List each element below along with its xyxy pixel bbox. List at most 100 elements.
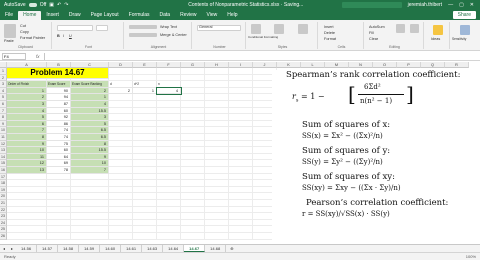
grid-cell[interactable] — [157, 101, 181, 108]
grid-cell[interactable] — [181, 134, 205, 141]
grid-cell[interactable] — [229, 160, 253, 167]
grid-cell[interactable] — [47, 233, 71, 240]
grid-cell[interactable] — [7, 173, 47, 181]
grid-cell[interactable] — [229, 206, 253, 214]
grid-cell[interactable] — [205, 206, 229, 214]
grid-cell[interactable] — [181, 87, 205, 95]
grid-cell[interactable] — [7, 219, 47, 227]
sheet-tab[interactable]: 14.68 — [205, 245, 227, 252]
underline-icon[interactable]: U — [69, 34, 72, 38]
grid-cell[interactable] — [71, 173, 109, 181]
tab-review[interactable]: Review — [175, 11, 201, 20]
grid-cell[interactable] — [133, 180, 157, 187]
row-header[interactable]: 23 — [0, 213, 7, 220]
grid-cell[interactable] — [7, 213, 47, 220]
row-header[interactable]: 20 — [0, 193, 7, 200]
grid-cell[interactable] — [133, 114, 157, 121]
grid-cell[interactable] — [205, 173, 229, 181]
grid-cell[interactable] — [205, 107, 229, 115]
row-header[interactable]: 11 — [0, 134, 7, 141]
grid-cell[interactable] — [133, 186, 157, 194]
order-cell[interactable]: 8 — [7, 134, 47, 141]
grid-cell[interactable] — [205, 186, 229, 194]
grid-cell[interactable] — [181, 114, 205, 121]
order-cell[interactable]: 7 — [7, 127, 47, 134]
score-cell[interactable]: 92 — [47, 114, 71, 121]
grid-cell[interactable] — [109, 147, 133, 154]
grid-cell[interactable] — [181, 120, 205, 128]
formula-input[interactable] — [43, 52, 480, 60]
grid-cell[interactable] — [109, 233, 133, 240]
row-header[interactable]: 7 — [0, 107, 7, 115]
order-cell[interactable]: 11 — [7, 153, 47, 161]
grid-cell[interactable] — [133, 213, 157, 220]
column-header[interactable]: M — [325, 62, 349, 68]
grid-cell[interactable] — [181, 219, 205, 227]
grid-cell[interactable] — [133, 173, 157, 181]
grid-cell[interactable] — [7, 206, 47, 214]
row-header[interactable]: 12 — [0, 140, 7, 148]
grid-cell[interactable] — [133, 147, 157, 154]
grid-cell[interactable] — [205, 127, 229, 134]
grid-cell[interactable] — [133, 153, 157, 161]
grid-cell[interactable] — [71, 233, 109, 240]
wrap-text-button[interactable]: Wrap Text — [160, 25, 177, 29]
grid-cell[interactable] — [133, 219, 157, 227]
column-header[interactable]: G — [181, 62, 205, 68]
grid-cell[interactable] — [157, 140, 181, 148]
grid-cell[interactable] — [229, 81, 253, 88]
score-cell[interactable]: 60 — [47, 147, 71, 154]
order-cell[interactable]: 13 — [7, 167, 47, 174]
row-header[interactable]: 8 — [0, 114, 7, 121]
grid-cell[interactable] — [157, 120, 181, 128]
header-cell[interactable]: n — [157, 81, 181, 88]
grid-cell[interactable] — [109, 186, 133, 194]
sheet-tab[interactable]: 14.57 — [37, 245, 59, 252]
score-cell[interactable]: 75 — [47, 140, 71, 148]
share-button[interactable]: Share — [452, 11, 476, 19]
grid-cell[interactable] — [133, 167, 157, 174]
grid-cell[interactable] — [109, 167, 133, 174]
grid-cell[interactable] — [205, 193, 229, 200]
grid-cell[interactable] — [47, 180, 71, 187]
grid-cell[interactable] — [71, 226, 109, 233]
row-header[interactable]: 5 — [0, 94, 7, 101]
grid-cell[interactable] — [157, 180, 181, 187]
paste-icon[interactable] — [4, 24, 16, 38]
minimize-icon[interactable]: — — [448, 2, 453, 8]
grid-cell[interactable] — [205, 200, 229, 207]
problem-title[interactable]: Problem 14.67 — [7, 68, 109, 79]
row-header[interactable]: 3 — [0, 81, 7, 88]
sensitivity-icon[interactable] — [460, 25, 470, 35]
grid-cell[interactable] — [205, 219, 229, 227]
grid-cell[interactable] — [157, 94, 181, 101]
column-header[interactable]: E — [133, 62, 157, 68]
grid-cell[interactable] — [181, 186, 205, 194]
grid-cell[interactable] — [47, 193, 71, 200]
tab-home[interactable]: Home — [18, 11, 42, 20]
row-header[interactable]: 22 — [0, 206, 7, 214]
grid-cell[interactable] — [109, 160, 133, 167]
row-header[interactable]: 17 — [0, 173, 7, 181]
grid-cell[interactable] — [133, 68, 157, 75]
grid-cell[interactable] — [7, 226, 47, 233]
row-header[interactable]: 16 — [0, 167, 7, 174]
tab-file[interactable]: File — [0, 11, 18, 20]
grid-cell[interactable] — [181, 140, 205, 148]
row-header[interactable]: 2 — [0, 74, 7, 82]
grid-cell[interactable] — [109, 206, 133, 214]
score-cell[interactable]: 86 — [47, 120, 71, 128]
rank-cell[interactable]: 15.5 — [71, 147, 109, 154]
score-cell[interactable]: 69 — [47, 160, 71, 167]
grid-cell[interactable] — [181, 160, 205, 167]
score-cell[interactable]: 87 — [47, 101, 71, 108]
restore-icon[interactable]: ▢ — [459, 2, 464, 8]
grid-cell[interactable] — [157, 213, 181, 220]
undo-icon[interactable]: ↶ — [57, 2, 61, 8]
find-select-icon[interactable] — [410, 24, 419, 33]
merge-center-button[interactable]: Merge & Center — [160, 33, 187, 37]
order-cell[interactable]: 4 — [7, 107, 47, 115]
grid-cell[interactable] — [157, 206, 181, 214]
grid-cell[interactable] — [229, 134, 253, 141]
grid-cell[interactable] — [157, 160, 181, 167]
